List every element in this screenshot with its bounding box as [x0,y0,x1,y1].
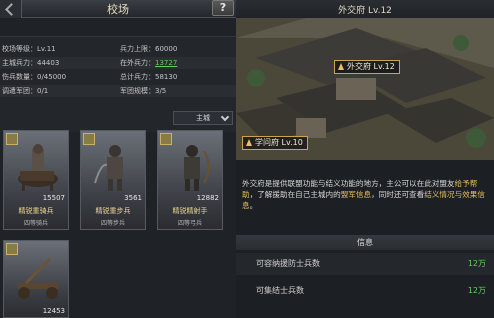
location-filter-dropdown[interactable]: 主城 [173,111,233,125]
desc-text: ，同时还可查看 [371,190,425,199]
unit-card-siege[interactable]: 12453 [3,240,69,318]
unit-count: 15507 [42,194,65,202]
stat-total-troops: 总计兵力：58130 [120,73,178,81]
academy-label[interactable]: 学问府 Lv.10 [242,136,308,150]
stat-row: 校场等级：Lv.11 兵力上限：60000 [0,43,236,55]
building-title: 外交府 Lv.12 [338,6,392,16]
desc-highlight: 盟军信息 [340,190,372,199]
stat-legion-size: 军团规模：3/5 [120,87,167,95]
stat-city-troops: 主城兵力：44403 [2,59,60,67]
city-scene[interactable]: 外交府 Lv.12 学问府 Lv.10 [236,18,494,160]
stat-outside-value: 13727 [155,59,178,67]
help-button[interactable]: ? [212,0,234,16]
unit-card-cavalry[interactable]: 15507 精锐重骑兵 四等骑兵 [3,130,69,230]
stat-row: 调遣军团：0/1 军团规模：3/5 [0,85,236,97]
building-description: 外交府是提供联盟功能与结义功能的地方，主公可以在此对盟友给予帮助，了解援助在自己… [242,178,488,211]
info-label: 可容纳援防士兵数 [256,259,320,268]
desc-text: ，了解援助在自己主城内的 [249,190,341,199]
desc-text: 外交府是提供联盟功能与结义功能的地方，主公可以在此对盟友 [242,179,455,188]
desc-text: 。 [249,201,258,210]
info-label: 可集结士兵数 [256,286,304,295]
unit-class: 四等弓兵 [177,220,202,227]
diplomacy-hall-level: 外交府 Lv.12 [347,62,395,71]
barracks-title: 校场 [107,3,129,16]
unit-card-infantry[interactable]: 3561 精锐重步兵 四等步兵 [80,130,146,230]
unit-class: 四等骑兵 [23,220,48,227]
stat-row: 主城兵力：44403 在外兵力：13727 [0,57,236,69]
academy-level: 学问府 Lv.10 [255,138,303,147]
info-value: 12万 [467,259,486,268]
stat-troop-limit: 兵力上限：60000 [120,45,178,53]
infantry-unit-icon [94,145,123,191]
catapult-unit-icon [18,257,58,299]
info-section-header: 信息 [236,235,494,250]
stat-barracks-level: 校场等级：Lv.11 [2,45,56,53]
building-header: 外交府 Lv.12 [236,0,494,18]
unit-name: 精锐重骑兵 [18,207,54,215]
cavalry-unit-icon [18,144,58,191]
barracks-header: 校场 ? [0,0,236,18]
unit-name: 精锐重步兵 [95,207,131,215]
filter-value: 主城 [196,114,210,122]
archer-unit-icon [184,145,210,191]
unit-count: 12453 [42,307,65,315]
diplomacy-hall-label[interactable]: 外交府 Lv.12 [334,60,400,74]
unit-count: 3561 [124,194,142,202]
stat-outside-label: 在外兵力： [120,59,155,67]
stat-dispatch: 调遣军团：0/1 [2,87,49,95]
chevron-down-icon [220,112,230,122]
barracks-panel: 校场 ? 校场等级：Lv.11 兵力上限：60000 主城兵力：44403 在外… [0,0,236,318]
building-panel: 外交府 Lv.12 外交府 Lv.12 学问府 Lv.10 外交府是提供联盟功能… [236,0,494,318]
stat-row: 伤兵数量：0/45000 总计兵力：58130 [0,71,236,83]
info-row: 可容纳援防士兵数 12万 [236,253,494,275]
upgrade-arrow-icon [246,139,252,146]
unit-count: 12882 [196,194,219,202]
unit-class: 四等步兵 [100,220,125,227]
info-row: 可集结士兵数 12万 [236,280,494,302]
stat-outside-troops: 在外兵力：13727 [120,57,177,69]
unit-card-archer[interactable]: 12882 精锐精射手 四等弓兵 [157,130,223,230]
info-value: 12万 [467,286,486,295]
stat-wounded: 伤兵数量：0/45000 [2,73,67,81]
upgrade-arrow-icon [338,63,344,70]
unit-name: 精锐精射手 [172,207,208,215]
